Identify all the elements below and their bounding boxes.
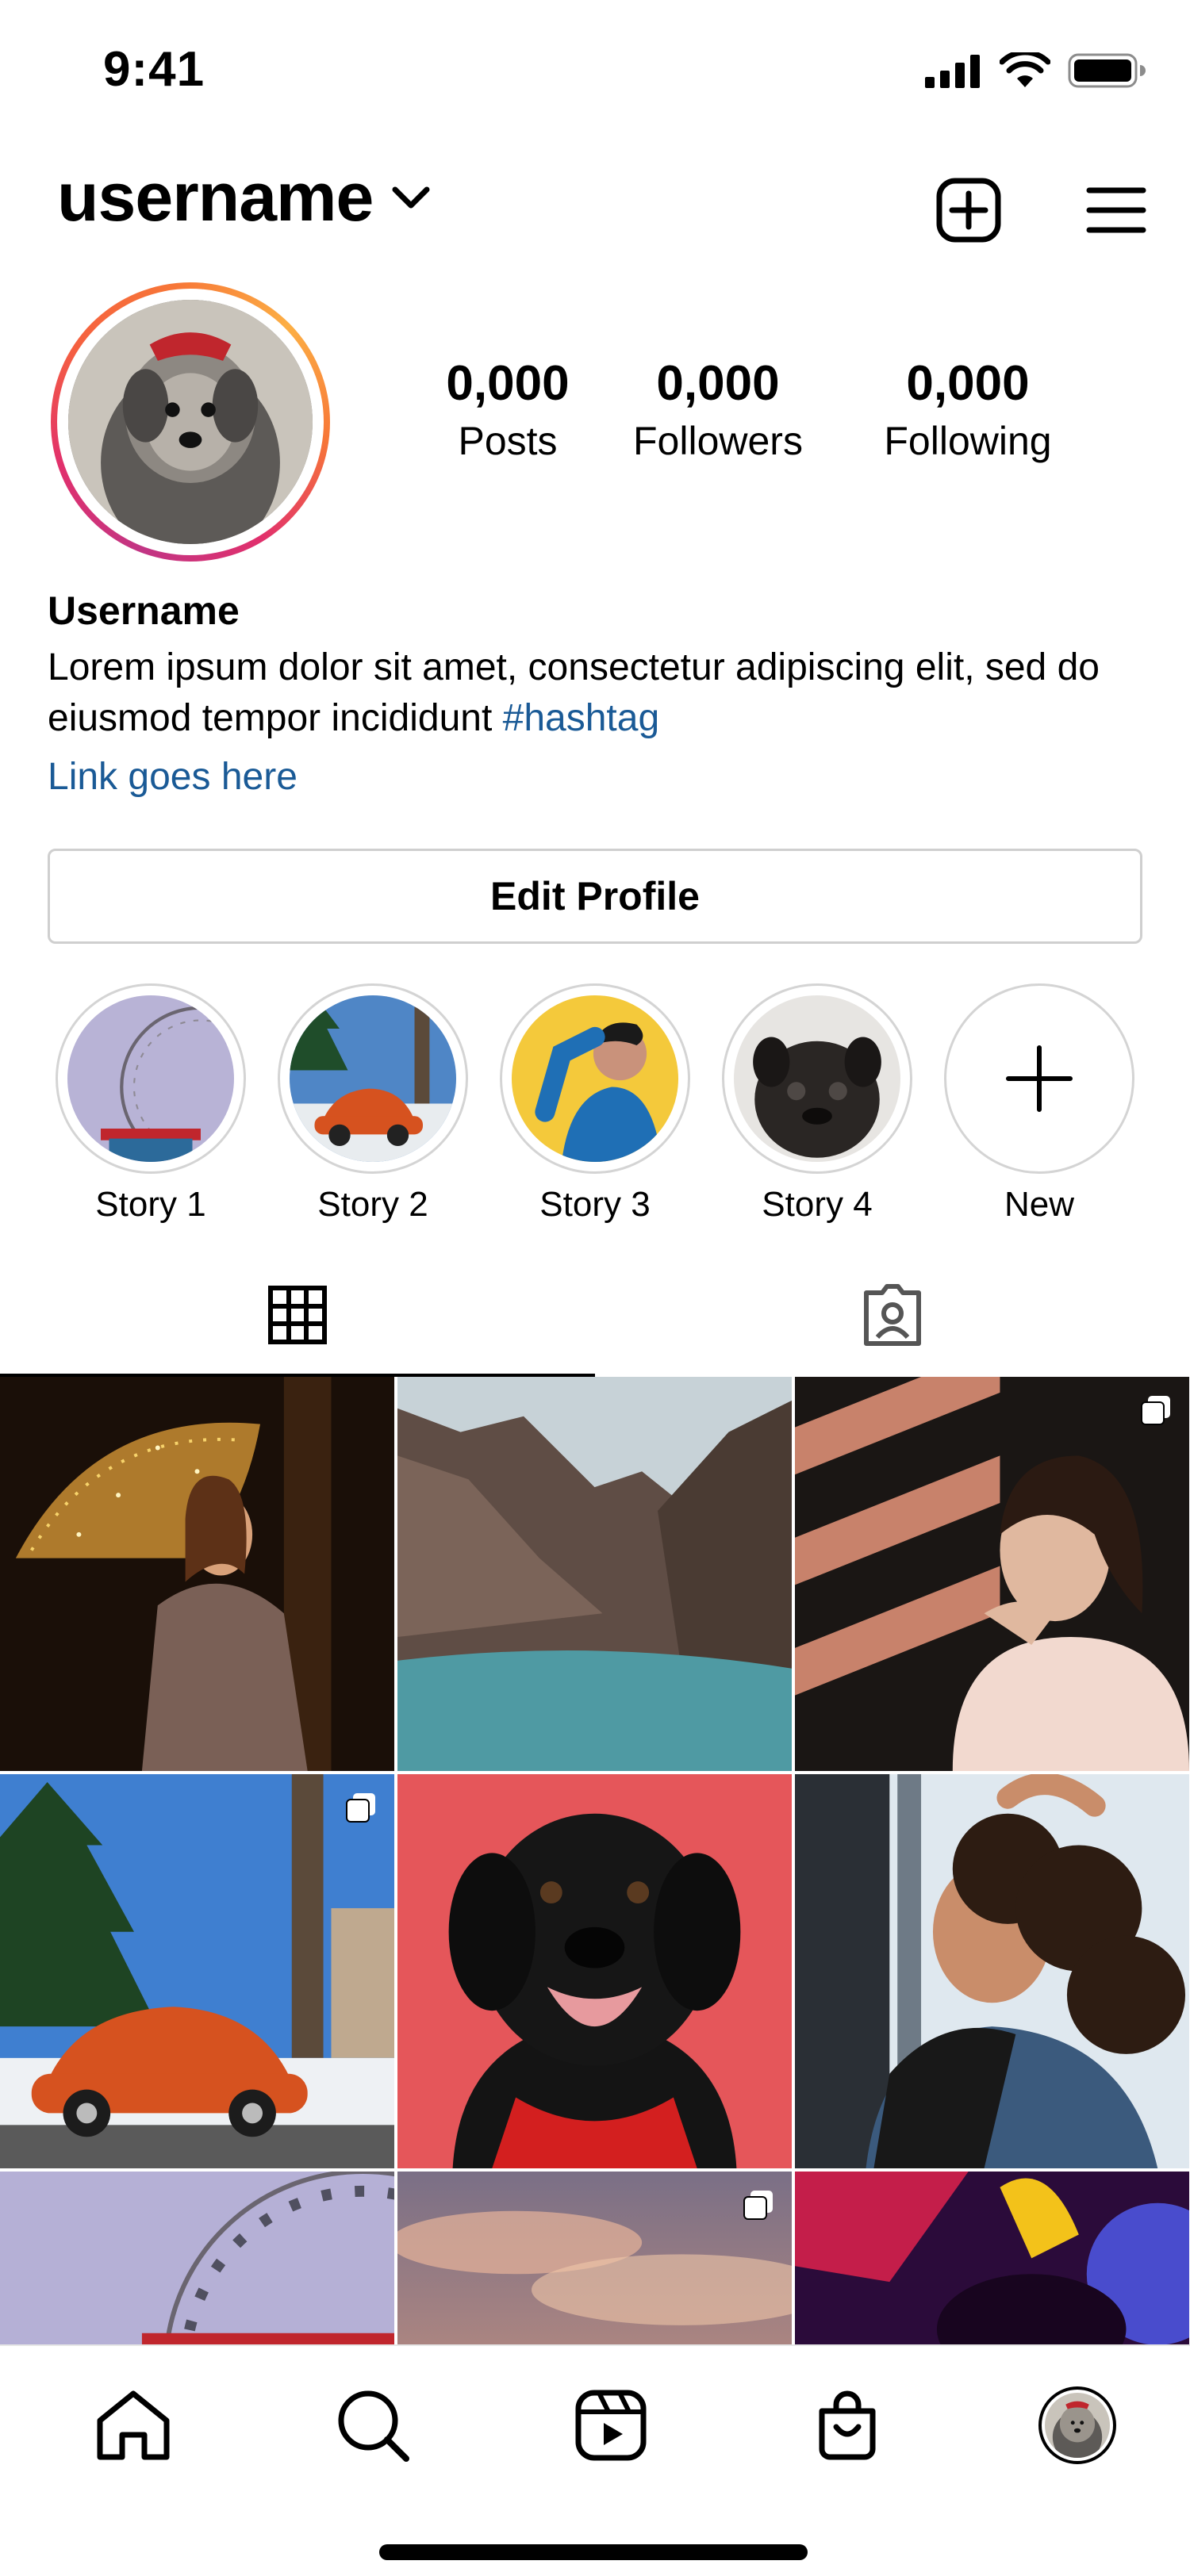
nav-reels[interactable]	[563, 2378, 658, 2473]
woman-striped-wall-photo	[795, 1377, 1189, 1771]
home-icon	[97, 2390, 170, 2460]
bio-hashtag[interactable]: #hashtag	[503, 697, 660, 739]
bio-name: Username	[48, 588, 240, 633]
umbrella-lights-photo	[0, 1377, 394, 1771]
menu-button[interactable]	[1081, 174, 1152, 246]
nav-search[interactable]	[325, 2378, 420, 2473]
hamburger-menu-icon	[1086, 187, 1146, 233]
profile-avatar	[68, 300, 313, 544]
multiple-posts-icon	[743, 2191, 773, 2220]
mountain-lake-photo	[397, 1377, 792, 1771]
highlight-story-2[interactable]: Story 2	[278, 983, 468, 1225]
post-thumbnail[interactable]	[795, 1774, 1189, 2168]
highlight-thumbnail	[512, 995, 678, 1162]
post-thumbnail[interactable]	[397, 1377, 792, 1771]
post-thumbnail[interactable]	[795, 2172, 1189, 2344]
stat-value: 0,000	[446, 356, 570, 411]
bio-link[interactable]: Link goes here	[48, 752, 1158, 803]
pug-photo	[734, 995, 900, 1162]
status-icons	[925, 52, 1146, 89]
new-highlight-button[interactable]: New	[944, 983, 1134, 1225]
dog-photo	[1045, 2393, 1110, 2463]
profile-bio: Username Lorem ipsum dolor sit amet, con…	[48, 587, 1158, 803]
search-icon	[338, 2390, 409, 2462]
post-thumbnail[interactable]	[795, 1377, 1189, 1771]
bio-text: Lorem ipsum dolor sit amet, consectetur …	[48, 642, 1158, 744]
profile-avatar-story-ring[interactable]	[51, 282, 330, 562]
grid-icon	[268, 1286, 327, 1344]
story-highlights: Story 1 Story 2 Story 3 Story 4 New	[0, 983, 1190, 1224]
highlight-thumbnail	[290, 995, 456, 1162]
tab-posts-grid[interactable]	[0, 1253, 595, 1377]
cellular-signal-icon	[925, 55, 980, 88]
stat-followers[interactable]: 0,000 Followers	[619, 356, 817, 467]
chevron-down-icon	[392, 186, 430, 208]
dog-photo	[68, 300, 313, 544]
multiple-posts-icon	[346, 1793, 375, 1823]
edit-profile-button[interactable]: Edit Profile	[48, 849, 1142, 944]
post-thumbnail[interactable]	[0, 1774, 394, 2168]
reels-icon	[575, 2390, 647, 2461]
plus-icon	[1006, 1045, 1073, 1112]
stat-label: Posts	[458, 419, 558, 464]
bottom-navigation	[0, 2344, 1190, 2576]
shop-icon	[819, 2390, 876, 2460]
profile-avatar	[1038, 2386, 1116, 2464]
post-thumbnail[interactable]	[0, 2172, 394, 2344]
sunset-clouds-photo	[397, 2172, 792, 2344]
highlight-label: Story 1	[95, 1185, 206, 1224]
highlight-label: Story 4	[762, 1185, 873, 1224]
profile-tabs	[0, 1253, 1190, 1377]
home-indicator	[379, 2544, 808, 2560]
multiple-posts-icon	[1141, 1396, 1170, 1425]
highlight-label: Story 3	[539, 1185, 651, 1224]
battery-icon	[1068, 53, 1146, 88]
neon-lights-photo	[795, 2172, 1189, 2344]
status-bar: 9:41	[0, 0, 1190, 143]
highlight-thumbnail	[734, 995, 900, 1162]
post-thumbnail[interactable]	[0, 1377, 394, 1771]
tagged-icon	[864, 1284, 921, 1346]
person-yellow-background-photo	[512, 995, 678, 1162]
stat-posts[interactable]: 0,000 Followers Posts	[428, 356, 587, 467]
nav-profile[interactable]	[1030, 2378, 1125, 2473]
stat-following[interactable]: 0,000 Following	[865, 356, 1071, 467]
highlight-label: Story 2	[317, 1185, 428, 1224]
stat-value: 0,000	[656, 356, 780, 411]
highlight-thumbnail	[67, 995, 234, 1162]
highlight-story-3[interactable]: Story 3	[500, 983, 690, 1225]
nav-home[interactable]	[86, 2378, 181, 2473]
orange-car-photo	[290, 995, 456, 1162]
stat-label: Following	[884, 419, 1052, 464]
wifi-icon	[1000, 52, 1050, 87]
highlight-story-4[interactable]: Story 4	[722, 983, 912, 1225]
black-dog-red-background-photo	[397, 1774, 792, 2168]
stat-value: 0,000	[906, 356, 1030, 411]
highlight-label: New	[1004, 1185, 1075, 1224]
profile-stats: 0,000 Followers Posts 0,000 Followers 0,…	[381, 356, 1142, 484]
tab-tagged[interactable]	[595, 1253, 1190, 1377]
account-switcher[interactable]: username	[57, 159, 432, 237]
post-thumbnail[interactable]	[397, 2172, 792, 2344]
post-thumbnail[interactable]	[397, 1774, 792, 2168]
header-username: username	[57, 159, 374, 236]
ferris-wheel-post-photo	[0, 2172, 394, 2344]
highlight-story-1[interactable]: Story 1	[56, 983, 246, 1225]
add-square-icon	[936, 178, 1001, 243]
nav-shop[interactable]	[800, 2378, 895, 2473]
orange-beetle-car-photo	[0, 1774, 394, 2168]
profile-header: username	[0, 159, 1190, 262]
posts-grid	[0, 1377, 1190, 2344]
curly-hair-woman-photo	[795, 1774, 1189, 2168]
status-time: 9:41	[103, 42, 205, 97]
ferris-wheel-photo	[67, 995, 234, 1162]
create-post-button[interactable]	[933, 174, 1004, 246]
stat-label: Followers	[633, 419, 803, 464]
